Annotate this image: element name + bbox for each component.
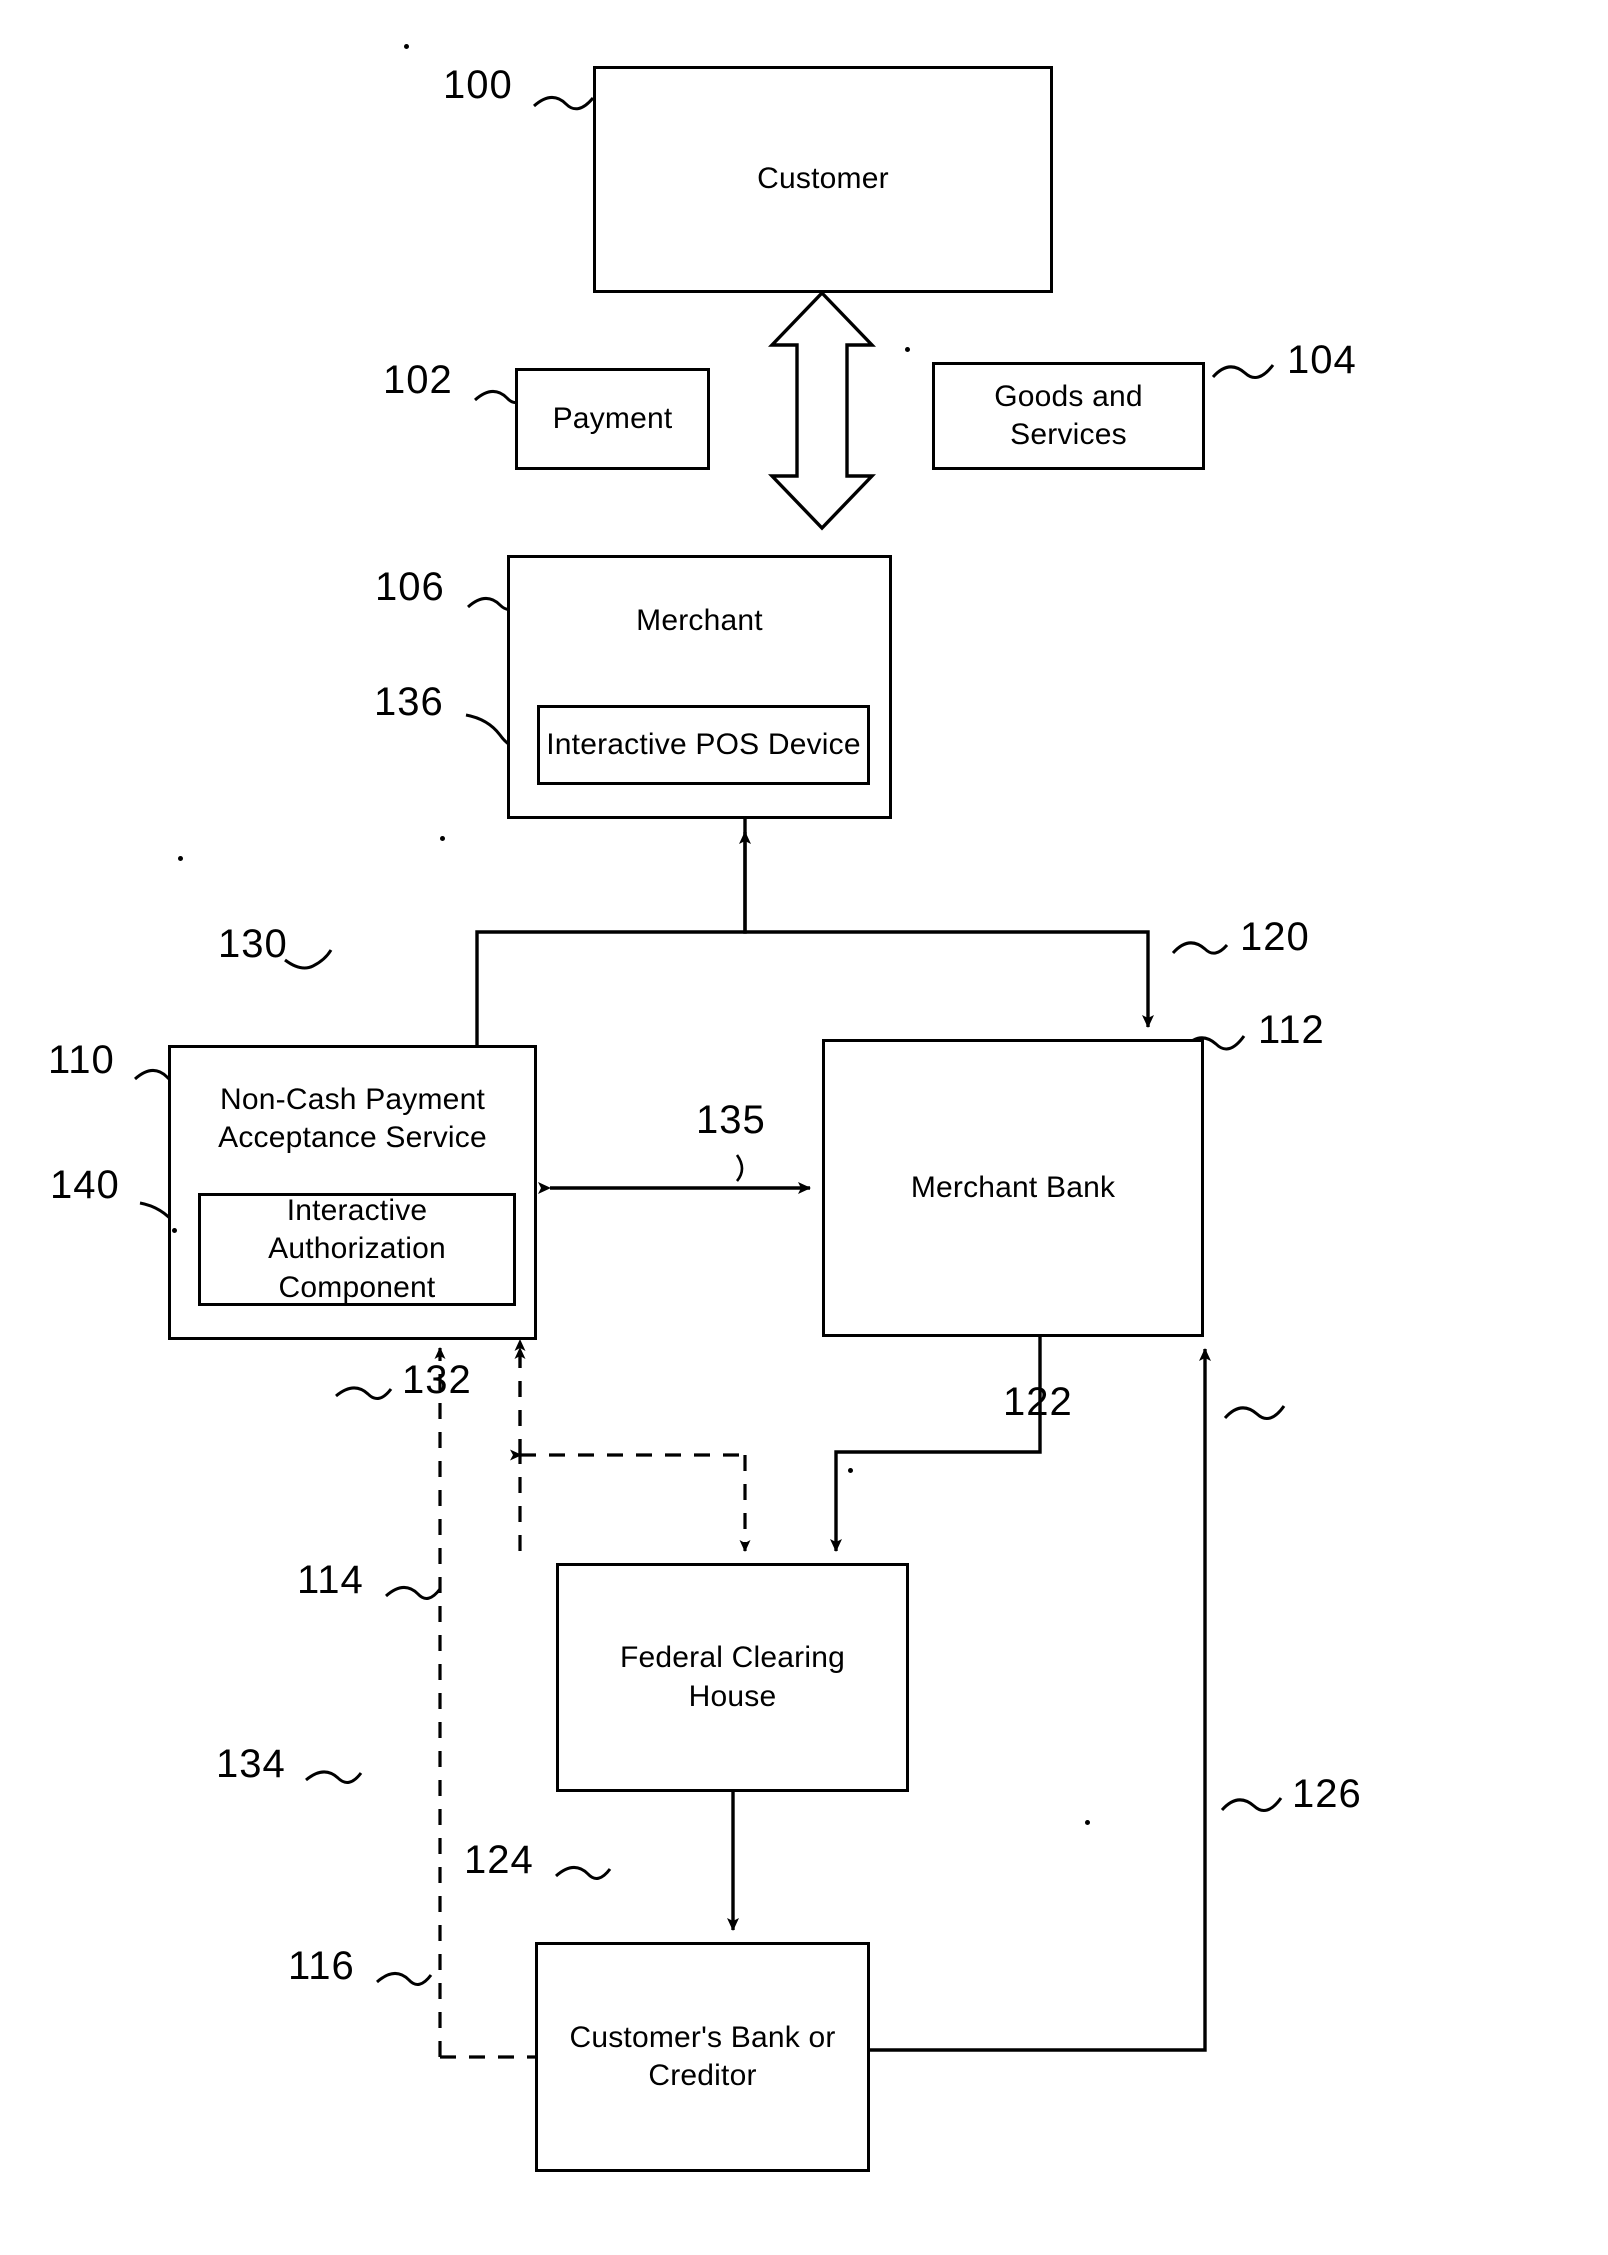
ref-number-135: 135 (696, 1098, 766, 1142)
ref-number-136: 136 (374, 680, 444, 724)
ref-number-106: 106 (375, 565, 445, 609)
ref-number-100: 100 (443, 63, 513, 107)
node-payment[interactable]: Payment (515, 368, 710, 470)
node-customer[interactable]: Customer (593, 66, 1053, 293)
scan-artifact (404, 44, 409, 49)
node-merchant[interactable]: Merchant Interactive POS Device (507, 555, 892, 819)
connector-130 (475, 831, 751, 1045)
ref-number-114: 114 (297, 1558, 364, 1602)
scan-artifact (440, 836, 445, 841)
node-customer-label: Customer (757, 162, 889, 196)
scan-artifact (172, 1228, 177, 1233)
connector-135 (538, 1154, 811, 1194)
scan-artifact (178, 856, 183, 861)
ref-number-126: 126 (1292, 1772, 1362, 1816)
scan-artifact (1085, 1820, 1090, 1825)
node-non-cash-payment-acceptance-service[interactable]: Non-Cash Payment Acceptance Service Inte… (168, 1045, 537, 1340)
ref-number-140: 140 (50, 1163, 120, 1207)
node-goods-and-services-label: Goods and Services (994, 379, 1143, 451)
ref-number-104: 104 (1287, 338, 1357, 382)
ref-number-116: 116 (288, 1944, 355, 1988)
connector-132 (510, 1339, 751, 1552)
node-interactive-authorization-component[interactable]: Interactive Authorization Component (198, 1193, 516, 1306)
ref-number-130: 130 (218, 922, 288, 966)
ref-number-120: 120 (1240, 915, 1310, 959)
node-interactive-pos-device[interactable]: Interactive POS Device (537, 705, 870, 785)
ref-number-122: 122 (1003, 1380, 1073, 1424)
figure-canvas: Customer Payment Goods and Services Merc… (0, 0, 1608, 2255)
connector-126 (870, 1348, 1211, 2052)
node-merchant-bank-label: Merchant Bank (910, 1170, 1116, 1204)
connector-122 (830, 1337, 1042, 1552)
ref-number-112: 112 (1258, 1008, 1325, 1052)
node-merchant-label: Merchant (636, 604, 763, 637)
node-ncpas-label: Non-Cash Payment Acceptance Service (218, 1083, 487, 1155)
node-interactive-pos-device-label: Interactive POS Device (546, 727, 861, 761)
connector-customer-merchant (768, 290, 876, 531)
ref-number-110: 110 (48, 1038, 115, 1082)
scan-artifact (905, 347, 910, 352)
node-iac-label: Interactive Authorization Component (268, 1193, 446, 1304)
node-federal-clearing-house[interactable]: Federal Clearing House (556, 1563, 909, 1792)
ref-number-132: 132 (402, 1358, 472, 1402)
node-payment-label: Payment (552, 401, 673, 435)
node-customers-bank-or-creditor[interactable]: Customer's Bank or Creditor (535, 1942, 870, 2172)
node-merchant-bank[interactable]: Merchant Bank (822, 1039, 1204, 1337)
scan-artifact (848, 1468, 853, 1473)
ref-number-134: 134 (216, 1742, 286, 1786)
node-customers-bank-or-creditor-label: Customer's Bank or Creditor (569, 2020, 836, 2092)
ref-number-124: 124 (464, 1838, 534, 1882)
node-federal-clearing-house-label: Federal Clearing House (620, 1641, 845, 1713)
node-goods-and-services[interactable]: Goods and Services (932, 362, 1205, 470)
connector-120 (743, 819, 1154, 1028)
ref-number-102: 102 (383, 358, 453, 402)
